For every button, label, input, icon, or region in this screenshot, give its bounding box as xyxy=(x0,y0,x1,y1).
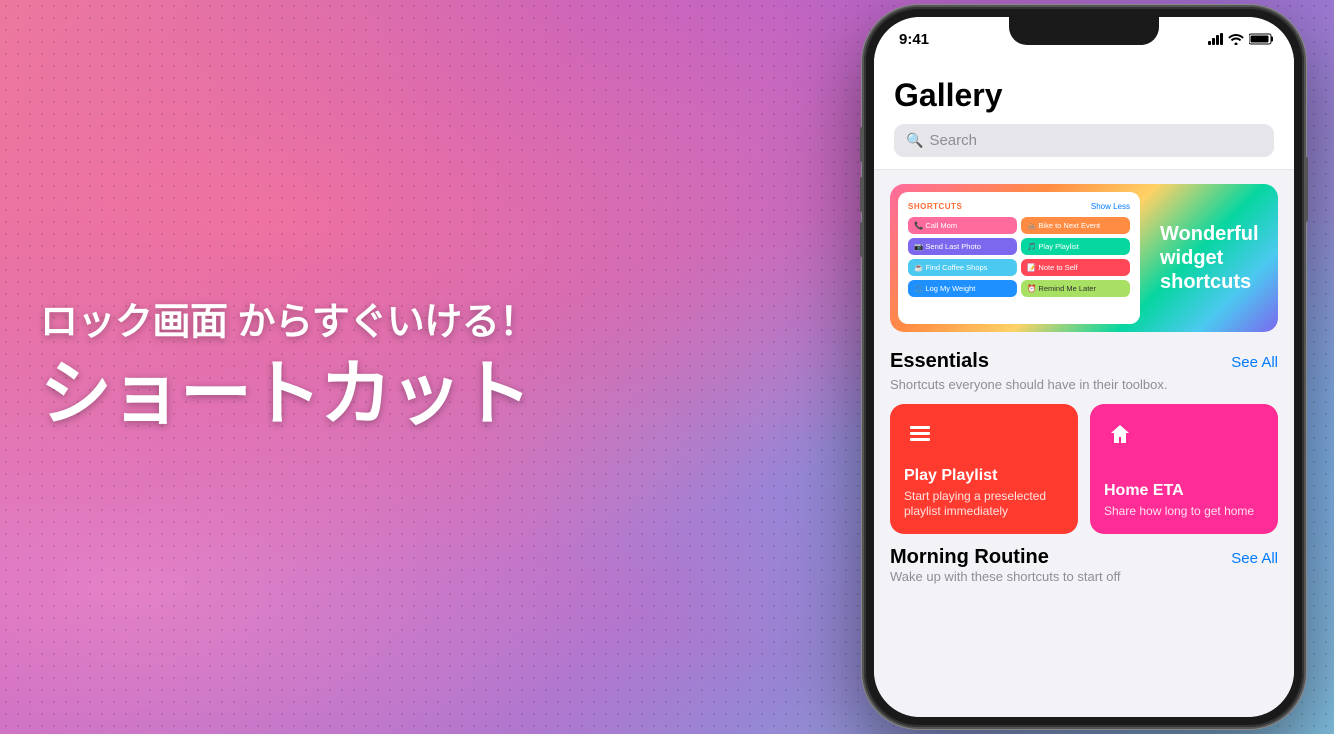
essentials-title: Essentials xyxy=(890,350,989,373)
list-item[interactable]: 📝 Note to Self xyxy=(1021,259,1130,276)
search-bar[interactable]: 🔍 Search xyxy=(894,124,1274,157)
home-eta-title: Home ETA xyxy=(1104,482,1264,500)
show-less-button[interactable]: Show Less xyxy=(1091,202,1130,211)
widget-banner-left: SHORTCUTS Show Less 📞 Call Mom 🚲 Bike to… xyxy=(898,192,1140,324)
list-item[interactable]: ⏰ Remind Me Later xyxy=(1021,280,1130,297)
shortcut-grid: 📞 Call Mom 🚲 Bike to Next Event 📷 Send L… xyxy=(908,217,1130,297)
essentials-header: Essentials See All xyxy=(890,350,1278,373)
shortcut-cards-row: Play Playlist Start playing a preselecte… xyxy=(890,404,1278,534)
phone-notch xyxy=(1009,17,1159,45)
scroll-area: SHORTCUTS Show Less 📞 Call Mom 🚲 Bike to… xyxy=(874,170,1294,592)
widget-banner-text: Wonderful widget shortcuts xyxy=(1160,222,1266,294)
battery-icon xyxy=(1249,33,1274,45)
home-eta-card[interactable]: Home ETA Share how long to get home xyxy=(1090,404,1278,534)
widget-banner[interactable]: SHORTCUTS Show Less 📞 Call Mom 🚲 Bike to… xyxy=(890,184,1278,332)
status-time: 9:41 xyxy=(899,31,929,48)
morning-routine-see-all[interactable]: See All xyxy=(1231,550,1278,567)
phone-container: 9:41 xyxy=(864,0,1304,734)
play-playlist-title: Play Playlist xyxy=(904,467,1064,485)
list-item[interactable]: ☕ Find Coffee Shops xyxy=(908,259,1017,276)
left-text-section: ロック画面 からすぐいける！ ショートカット xyxy=(40,299,560,436)
list-item[interactable]: 🚲 Bike to Next Event xyxy=(1021,217,1130,234)
subtitle-text: ロック画面 からすぐいける！ xyxy=(40,299,560,348)
morning-routine-title: Morning Routine xyxy=(890,546,1049,569)
phone-frame: 9:41 xyxy=(864,7,1304,727)
gallery-title: Gallery xyxy=(894,77,1274,114)
home-eta-card-content: Home ETA Share how long to get home xyxy=(1104,482,1264,520)
list-item[interactable]: 📷 Send Last Photo xyxy=(908,238,1017,255)
essentials-see-all[interactable]: See All xyxy=(1231,354,1278,371)
play-playlist-card-content: Play Playlist Start playing a preselecte… xyxy=(904,467,1064,520)
shortcuts-header: SHORTCUTS Show Less xyxy=(908,202,1130,211)
signal-icon xyxy=(1208,33,1223,45)
widget-banner-right: Wonderful widget shortcuts xyxy=(1148,184,1278,332)
wifi-icon xyxy=(1228,33,1244,45)
home-eta-desc: Share how long to get home xyxy=(1104,504,1264,520)
screen-content: Gallery 🔍 Search SHORTCUTS Show Less xyxy=(874,61,1294,717)
gallery-header: Gallery 🔍 Search xyxy=(874,61,1294,170)
play-playlist-desc: Start playing a preselected playlist imm… xyxy=(904,489,1064,520)
essentials-description: Shortcuts everyone should have in their … xyxy=(890,377,1278,392)
list-item[interactable]: 🎵 Play Playlist xyxy=(1021,238,1130,255)
shortcuts-label: SHORTCUTS xyxy=(908,202,962,211)
phone-screen: 9:41 xyxy=(874,17,1294,717)
home-eta-icon xyxy=(1104,418,1136,450)
morning-routine-header: Morning Routine See All xyxy=(890,546,1278,569)
morning-routine-section: Morning Routine See All Wake up with the… xyxy=(874,542,1294,592)
morning-routine-desc: Wake up with these shortcuts to start of… xyxy=(890,569,1278,584)
essentials-section: Essentials See All Shortcuts everyone sh… xyxy=(874,346,1294,542)
search-placeholder: Search xyxy=(929,132,977,149)
main-title-text: ショートカット xyxy=(40,356,560,435)
play-playlist-icon xyxy=(904,418,936,450)
status-icons xyxy=(1208,33,1274,45)
play-playlist-card[interactable]: Play Playlist Start playing a preselecte… xyxy=(890,404,1078,534)
list-item[interactable]: ⚖️ Log My Weight xyxy=(908,280,1017,297)
search-icon: 🔍 xyxy=(906,132,923,149)
list-item[interactable]: 📞 Call Mom xyxy=(908,217,1017,234)
